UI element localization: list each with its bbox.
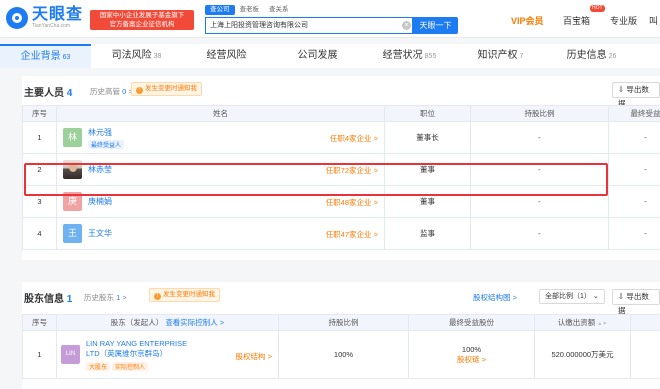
person-name-link[interactable]: 林元强 [88, 127, 124, 138]
beneficial-ratio: 100% [461, 344, 482, 354]
tab-history[interactable]: 历史信息 26 [546, 44, 637, 68]
col-shareholder: 股东（发起人） 查看实际控制人 > [56, 314, 279, 331]
table-row: 4 王 王文华 任职47家企业 > 监事 - - [22, 217, 660, 250]
held-companies-link[interactable]: 任职4家企业 > [330, 133, 378, 144]
col-beneficial: 最终受益 [608, 105, 660, 122]
tab-intellectual-property[interactable]: 知识产权 7 [455, 44, 546, 68]
person-name-link[interactable]: 庚楠娟 [88, 196, 112, 207]
export-button[interactable]: ⇩ 导出数据 [612, 82, 660, 108]
col-beneficial-shares: 最终受益股份 [408, 314, 535, 331]
avatar[interactable]: 王 [63, 224, 82, 243]
shareholders-table: 序号 股东（发起人） 查看实际控制人 > 持股比例 最终受益股份 认缴出资额 ▲… [22, 314, 660, 379]
equity-structure-link[interactable]: 股权结构图 > [473, 292, 517, 303]
banner-line-2: 官方备案企业征信机构 [109, 21, 175, 28]
avatar[interactable]: 林 [63, 128, 82, 147]
history-executives-link[interactable]: 历史高管 0 > [90, 86, 132, 97]
view-controller-link[interactable]: 查看实际控制人 > [165, 318, 224, 327]
tab-operating-risk[interactable]: 经营风险 [182, 44, 273, 68]
export-button[interactable]: ⇩ 导出数据 [612, 289, 660, 315]
col-capital[interactable]: 认缴出资额 ▲▼ [534, 314, 631, 331]
col-index: 序号 [22, 105, 57, 122]
logo-text: 天眼查 [32, 6, 84, 23]
banner-line-1: 国家中小企业发展子基金旗下 [99, 12, 185, 19]
company-logo[interactable]: LIN [61, 345, 80, 364]
shareholders-header: 股东信息 1 历史股东 1 > ! 发生变更时通知我 股权结构图 > 全部比例（1… [22, 282, 660, 315]
tab-company-development[interactable]: 公司发展 [273, 44, 364, 68]
logo-eye-icon [6, 6, 28, 29]
search-type-tabs: 查公司 查老板 查关系 [205, 5, 294, 15]
hot-badge: HOT [590, 5, 605, 12]
personnel-title: 主要人员 4 [24, 88, 73, 99]
export-icon: ⇩ [618, 85, 625, 94]
table-row: 1 LIN LIN RAY YANG ENTERPRISE LTD（英属维尔京群… [22, 330, 660, 379]
tab-company-background[interactable]: 企业背景 63 [0, 44, 91, 68]
logo[interactable]: 天眼查 TianYanCha.com [6, 6, 83, 29]
pro-version-link[interactable]: 专业版 [610, 14, 637, 27]
ratio-filter-select[interactable]: 全部比例（1） ⌄ [539, 289, 605, 304]
notify-change-button[interactable]: ! 发生变更时通知我 [131, 82, 202, 96]
search-tab-boss[interactable]: 查老板 [235, 5, 265, 15]
clear-icon[interactable]: × [402, 21, 411, 30]
person-name-link[interactable]: 王文华 [88, 228, 112, 239]
tab-judicial-risk[interactable]: 司法风险 38 [91, 44, 182, 68]
personnel-header: 主要人员 4 历史高管 0 > !发生变更时通知我 ⇩ 导出数据 [22, 76, 660, 108]
table-header-row: 序号 股东（发起人） 查看实际控制人 > 持股比例 最终受益股份 认缴出资额 ▲… [22, 314, 660, 331]
shareholder-name-link[interactable]: LIN RAY YANG ENTERPRISE LTD（英属维尔京群岛） [86, 339, 201, 359]
tab-operating-status[interactable]: 经营状况 855 [364, 44, 455, 68]
search-input[interactable]: 上海上阳投资管理咨询有限公司 [205, 17, 413, 34]
col-name: 姓名 [56, 105, 385, 122]
major-shareholder-tag: 大股东 [86, 361, 111, 371]
equity-chain-link[interactable]: 股权链 > [409, 354, 534, 365]
shareholders-title: 股东信息 1 [24, 294, 73, 305]
logo-domain: TianYanCha.com [32, 23, 71, 29]
held-companies-link[interactable]: 任职48家企业 > [326, 197, 378, 208]
search-tab-relation[interactable]: 查关系 [264, 5, 294, 15]
bell-icon: ! [136, 87, 143, 94]
held-companies-link[interactable]: 任职47家企业 > [326, 229, 378, 240]
highlight-box [24, 163, 608, 196]
shareholders-panel: 股东信息 1 历史股东 1 > ! 发生变更时通知我 股权结构图 > 全部比例（1… [22, 282, 660, 389]
beneficiary-tag: 最终受益人 [88, 139, 125, 149]
table-row: 1 林 林元强 最终受益人 任职4家企业 > 董事长 - - [22, 121, 660, 154]
search-button[interactable]: 天眼一下 [413, 17, 458, 34]
bell-icon: ! [154, 293, 161, 300]
search-tab-company[interactable]: 查公司 [205, 5, 235, 15]
col-extra [630, 314, 660, 331]
col-position: 职位 [384, 105, 471, 122]
vip-link[interactable]: VIP会员 [511, 14, 544, 27]
actual-controller-tag: 实际控制人 [112, 361, 149, 371]
col-index: 序号 [22, 314, 57, 331]
col-share-ratio: 持股比例 [278, 314, 409, 331]
notify-change-button[interactable]: ! 发生变更时通知我 [149, 288, 220, 302]
equity-structure-link[interactable]: 股权结构 > [236, 351, 272, 362]
history-shareholders-link[interactable]: 历史股东 1 > [84, 292, 126, 303]
export-icon: ⇩ [618, 292, 625, 301]
table-header-row: 序号 姓名 职位 持股比例 最终受益 [22, 105, 660, 122]
sort-icon[interactable]: ▲▼ [597, 321, 607, 327]
more-link[interactable]: 叫 [649, 14, 658, 27]
main-tabs: 企业背景 63 司法风险 38 经营风险 公司发展 经营状况 855 知识产权 7 历史… [0, 44, 660, 68]
col-share-ratio: 持股比例 [470, 105, 609, 122]
top-header: 天眼查 TianYanCha.com 国家中小企业发展子基金旗下 官方备案企业征… [0, 0, 660, 38]
chevron-down-icon: ⌄ [592, 293, 599, 300]
promo-banner[interactable]: 国家中小企业发展子基金旗下 官方备案企业征信机构 [90, 10, 194, 30]
toolbox-link[interactable]: 百宝箱 [563, 14, 590, 27]
